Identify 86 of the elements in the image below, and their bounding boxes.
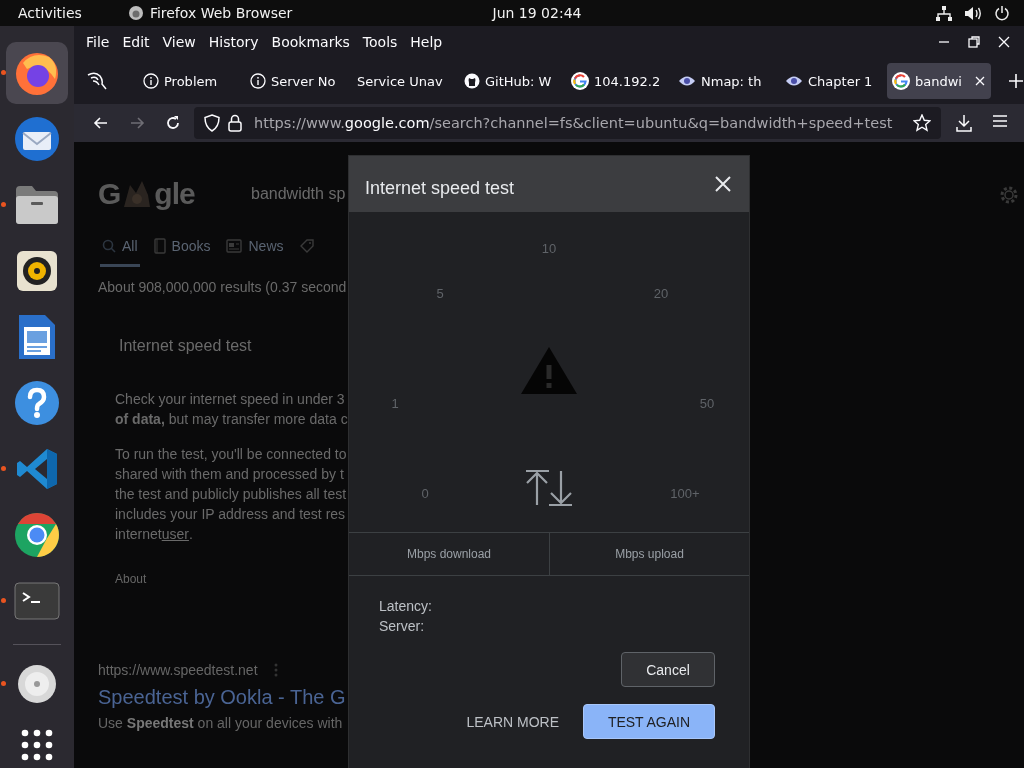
paragraph-line: the test and publicly publishes all test	[115, 485, 347, 504]
close-icon[interactable]	[996, 34, 1012, 50]
speaker-icon	[15, 249, 59, 293]
close-tab-icon[interactable]	[974, 75, 986, 87]
unit-label: Mbps upload	[615, 547, 684, 561]
chrome-icon	[14, 512, 60, 558]
menu-item[interactable]: File	[80, 34, 116, 50]
menu-item[interactable]: Tools	[356, 34, 404, 50]
app-icon	[127, 5, 144, 21]
scale-label: 5	[436, 285, 444, 301]
browser-tab[interactable]: Server No	[245, 63, 345, 99]
url-text: https://www.google.com/search?channel=fs&client=ubuntu&q=bandwidth+speed+test	[254, 115, 893, 131]
scale-label: 0	[421, 485, 429, 501]
star-icon[interactable]	[913, 114, 931, 132]
activities-button[interactable]: Activities	[18, 5, 82, 21]
user-link[interactable]: user	[161, 524, 189, 544]
cancel-button[interactable]: Cancel	[621, 652, 715, 687]
reload-icon[interactable]	[164, 114, 182, 132]
info-icon	[143, 73, 159, 89]
clock[interactable]: Jun 19 02:44	[492, 5, 582, 21]
result-snippet: Use Speedtest on all your devices with	[98, 715, 343, 731]
power-icon[interactable]	[994, 5, 1010, 21]
upload-download-icon	[525, 470, 573, 506]
unit-label: Mbps download	[406, 547, 492, 561]
scale-label: 50	[699, 395, 715, 411]
latency-label: Latency:	[379, 598, 433, 614]
google-icon	[571, 72, 589, 90]
warning-icon	[521, 347, 577, 394]
book-icon	[153, 238, 166, 254]
news-icon	[226, 239, 243, 253]
browser-tab[interactable]: GitHub: W	[459, 63, 559, 99]
menu-item[interactable]: Edit	[116, 34, 156, 50]
thunderbird-icon	[13, 115, 61, 163]
volume-icon[interactable]	[964, 5, 982, 21]
browser-tab[interactable]: Problem	[138, 63, 238, 99]
search-query[interactable]: bandwidth sp	[251, 185, 346, 203]
paragraph-line: Check your internet speed in under 3	[115, 390, 345, 409]
search-icon	[102, 239, 116, 253]
browser-tab[interactable]: Chapter 1	[780, 63, 880, 99]
browser-tab[interactable]: Service Unav	[352, 63, 452, 99]
results-count: About 908,000,000 results (0.37 second	[98, 279, 347, 295]
scale-label: 20	[653, 285, 669, 301]
paragraph-line: shared with them and processed by t	[115, 465, 344, 484]
scale-label: 1	[391, 395, 399, 411]
restore-icon[interactable]	[966, 34, 982, 50]
test-again-button[interactable]: TEST AGAIN	[583, 704, 715, 739]
browser-tab[interactable]: 104.192.2	[566, 63, 666, 99]
dialog-title: Internet speed test	[365, 177, 515, 199]
help-icon	[14, 380, 60, 426]
download-icon[interactable]	[956, 114, 972, 132]
scale-label: 10	[541, 240, 557, 256]
paragraph-line: of data, but may transfer more data c	[115, 410, 348, 429]
menu-item[interactable]: Help	[404, 34, 449, 50]
document-icon	[17, 313, 57, 361]
paragraph-line: internet	[115, 525, 162, 544]
card-title: Internet speed test	[119, 337, 253, 355]
folder-icon	[14, 184, 60, 226]
eye-icon	[785, 75, 803, 87]
learn-more-button[interactable]: LEARN MORE	[466, 705, 559, 738]
lock-icon[interactable]	[228, 114, 242, 132]
app-menu[interactable]: Firefox Web Browser	[149, 5, 293, 21]
address-bar[interactable]: https://www.google.com/search?channel=fs&client=ubuntu&q=bandwidth+speed+test	[194, 107, 941, 139]
shield-icon[interactable]	[204, 114, 220, 132]
code-editor-icon	[15, 447, 59, 491]
network-icon[interactable]	[936, 5, 952, 21]
menu-item[interactable]: View	[156, 34, 202, 50]
new-tab-icon[interactable]	[1008, 73, 1024, 89]
terminal-icon	[14, 582, 60, 620]
paragraph-line: To run the test, you'll be connected to	[115, 445, 347, 464]
app-grid-icon[interactable]	[21, 729, 53, 761]
menu-item[interactable]: History	[202, 34, 265, 50]
period-text: .	[188, 525, 193, 544]
scale-label: 100+	[670, 485, 700, 501]
close-button[interactable]	[715, 176, 731, 192]
menu-icon[interactable]	[992, 114, 1008, 128]
disk-icon	[17, 664, 57, 704]
tag-icon	[299, 239, 314, 253]
server-label: Server:	[379, 618, 426, 634]
info-icon	[250, 73, 266, 89]
paragraph-line: includes your IP address and test res	[115, 505, 346, 524]
browser-tab[interactable]: Nmap: th	[673, 63, 773, 99]
dock-app[interactable]	[6, 42, 68, 104]
google-icon	[892, 72, 910, 90]
browser-tab[interactable]: bandwi	[887, 63, 991, 99]
eye-icon	[678, 75, 696, 87]
menu-item[interactable]: Bookmarks	[265, 34, 356, 50]
